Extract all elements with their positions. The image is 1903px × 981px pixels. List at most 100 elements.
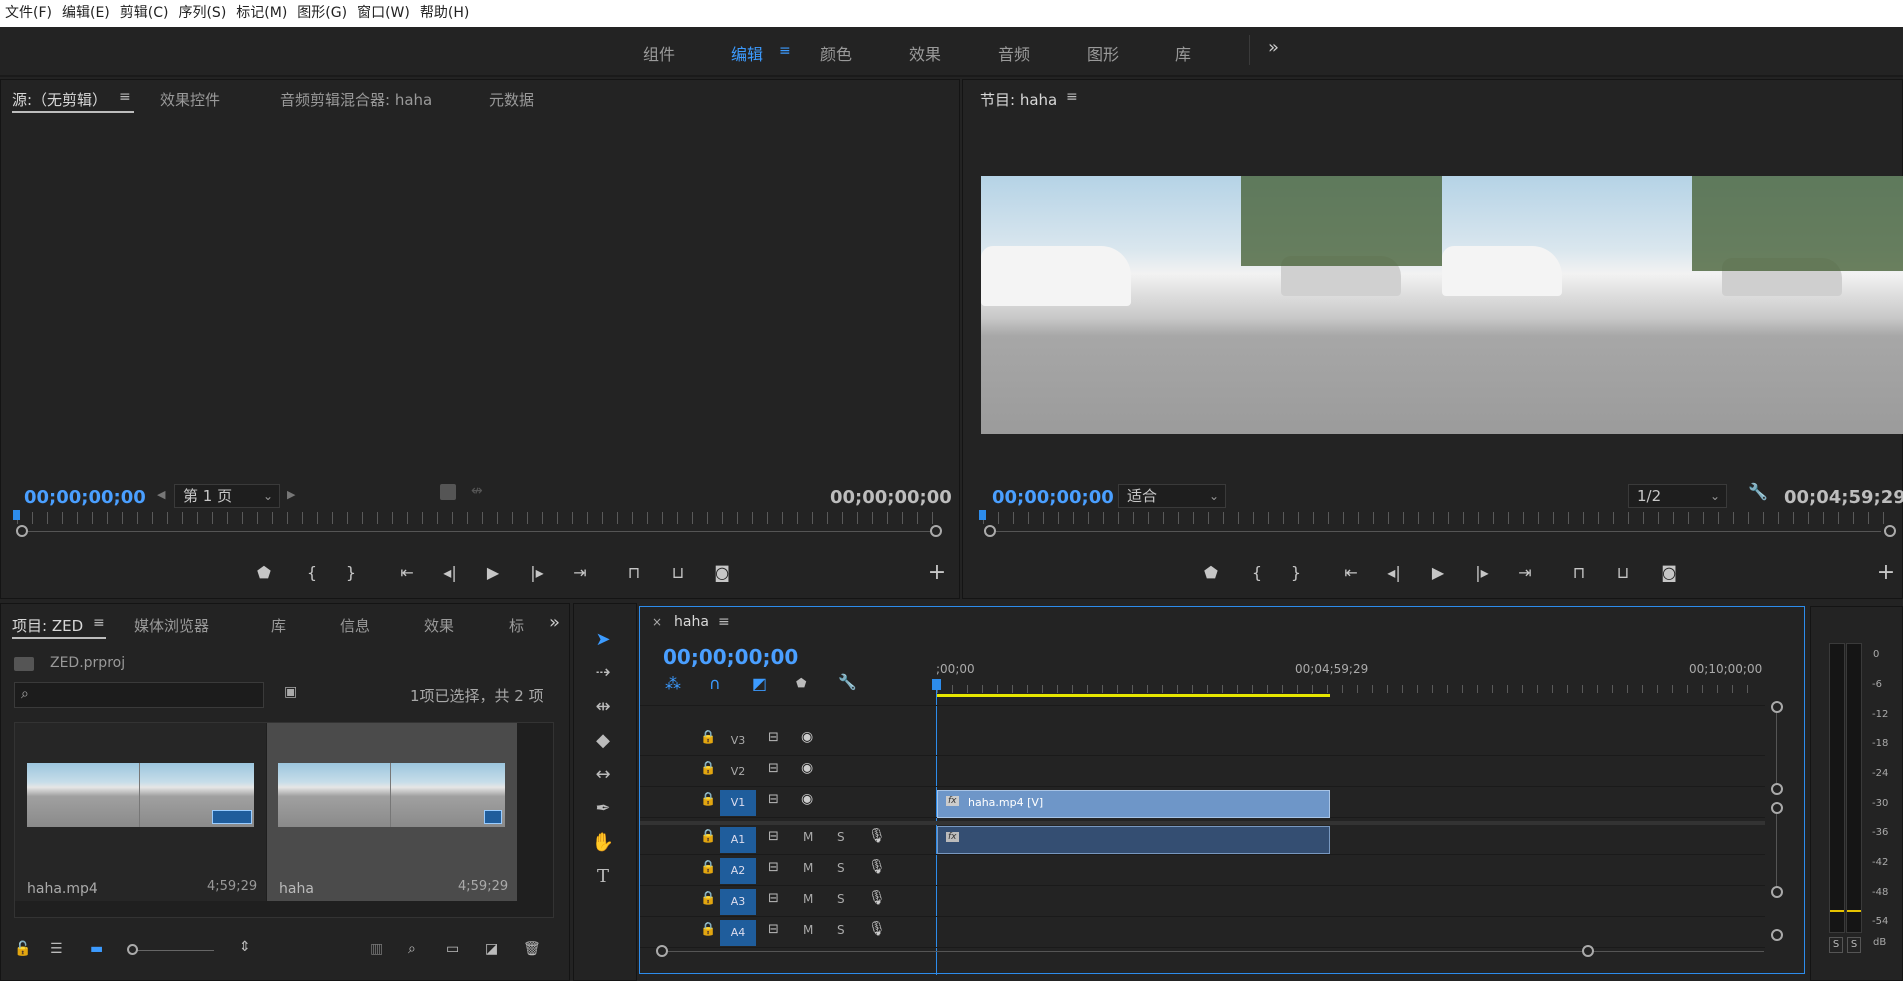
mute-button[interactable]: M <box>803 923 813 937</box>
source-zoom-handle-left[interactable] <box>16 525 28 537</box>
add-button-icon[interactable]: + <box>1875 560 1897 585</box>
timeline-h-scrollbar[interactable] <box>664 951 1764 952</box>
solo-button[interactable]: S <box>837 923 845 937</box>
tab-info[interactable]: 信息 <box>340 615 370 636</box>
tab-source[interactable]: 源:（无剪辑） <box>12 89 107 110</box>
lock-icon[interactable]: 🔓 <box>14 941 31 957</box>
wrench-icon[interactable]: 🔧 <box>1748 482 1768 501</box>
video-scroll-bottom-handle[interactable] <box>1771 783 1783 795</box>
eye-icon[interactable]: ◉ <box>801 729 813 745</box>
audio-clip[interactable]: fx <box>937 826 1330 854</box>
linked-selection-icon[interactable]: ◩ <box>752 674 767 693</box>
workspace-overflow-icon[interactable]: » <box>1268 37 1279 58</box>
export-frame-icon[interactable]: ◙ <box>1658 563 1680 582</box>
page-select[interactable]: 第 1 页 ⌄ <box>174 484 280 508</box>
timeline-timecode[interactable]: 00;00;00;00 <box>663 645 798 669</box>
prev-page-icon[interactable]: ◀ <box>157 488 165 501</box>
add-marker-icon[interactable]: ⬟ <box>1200 563 1222 582</box>
video-clip[interactable]: fx haha.mp4 [V] <box>937 790 1330 818</box>
menu-graphics[interactable]: 图形(G) <box>292 0 352 27</box>
timeline-zoom-handle-left[interactable] <box>656 945 668 957</box>
workspace-tab-effects[interactable]: 效果 <box>909 41 941 65</box>
audio-scroll-top-handle[interactable] <box>1771 802 1783 814</box>
program-zoom-bar[interactable] <box>991 531 1881 532</box>
mark-in-icon[interactable]: { <box>301 563 323 582</box>
menu-edit[interactable]: 编辑(E) <box>57 0 115 27</box>
sync-lock-icon[interactable]: ⊟ <box>768 730 779 745</box>
pen-tool-icon[interactable]: ✒ <box>588 798 618 819</box>
workspace-tab-audio[interactable]: 音频 <box>998 41 1030 65</box>
automate-to-sequence-icon[interactable]: ▥ <box>370 941 383 957</box>
tab-truncated[interactable]: 标 <box>509 615 524 636</box>
close-icon[interactable]: × <box>652 615 662 629</box>
export-frame-icon[interactable]: ◙ <box>711 563 733 582</box>
tab-libraries[interactable]: 库 <box>271 615 286 636</box>
program-playhead[interactable] <box>979 510 986 520</box>
mute-button[interactable]: M <box>803 861 813 875</box>
overwrite-icon[interactable]: ⊔ <box>667 563 689 582</box>
mute-button[interactable]: M <box>803 892 813 906</box>
solo-button[interactable]: S <box>837 892 845 906</box>
tab-program[interactable]: 节目: haha <box>980 89 1057 110</box>
zoom-slider-track[interactable] <box>134 950 214 951</box>
step-back-icon[interactable]: ◂| <box>1383 563 1405 582</box>
go-to-out-icon[interactable]: ⇥ <box>1514 563 1536 582</box>
tab-project[interactable]: 项目: ZED <box>12 615 83 636</box>
sync-lock-icon[interactable]: ⊟ <box>768 792 779 807</box>
lock-icon[interactable]: 🔒 <box>700 730 716 745</box>
tab-effects[interactable]: 效果 <box>424 615 454 636</box>
project-menu-icon[interactable]: ≡ <box>93 615 105 631</box>
menu-help[interactable]: 帮助(H) <box>415 0 474 27</box>
mute-button[interactable]: M <box>803 830 813 844</box>
hand-tool-icon[interactable]: ✋ <box>588 832 618 853</box>
new-bin-icon[interactable]: ▭ <box>446 941 459 957</box>
program-zoom-handle-right[interactable] <box>1884 525 1896 537</box>
add-marker-icon[interactable]: ⬟ <box>796 676 806 690</box>
lock-icon[interactable]: 🔒 <box>700 860 716 875</box>
panel-overflow-icon[interactable]: » <box>549 612 560 633</box>
solo-right-button[interactable]: S <box>1847 937 1861 953</box>
lock-icon[interactable]: 🔒 <box>700 792 716 807</box>
track-label-v1[interactable]: V1 <box>720 790 756 816</box>
play-icon[interactable]: ▶ <box>1427 563 1449 582</box>
eye-icon[interactable]: ◉ <box>801 760 813 776</box>
tab-effect-controls[interactable]: 效果控件 <box>160 89 220 110</box>
audio-scroll-bottom-handle[interactable] <box>1771 886 1783 898</box>
track-label-a1[interactable]: A1 <box>720 827 756 853</box>
sync-lock-icon[interactable]: ⊟ <box>768 860 779 875</box>
workspace-tab-libraries[interactable]: 库 <box>1175 41 1191 65</box>
workspace-tab-graphics[interactable]: 图形 <box>1087 41 1119 65</box>
resolution-select[interactable]: 1/2 ⌄ <box>1628 484 1727 508</box>
video-scroll-top-handle[interactable] <box>1771 701 1783 713</box>
solo-button[interactable]: S <box>837 830 845 844</box>
workspace-tab-editing[interactable]: 编辑 <box>731 41 763 65</box>
project-item-clip[interactable]: haha.mp4 4;59;29 <box>15 723 266 901</box>
microphone-icon[interactable]: 🎙 <box>868 828 886 844</box>
step-forward-icon[interactable]: |▸ <box>1471 563 1493 582</box>
source-time-ruler[interactable] <box>17 512 941 524</box>
slip-tool-icon[interactable]: ↔ <box>588 764 618 785</box>
sort-icon[interactable]: ⇕ <box>239 939 251 955</box>
next-page-icon[interactable]: ▶ <box>287 488 295 501</box>
eye-icon[interactable]: ◉ <box>801 791 813 807</box>
work-area-bar[interactable] <box>937 694 1330 697</box>
mark-in-icon[interactable]: { <box>1246 563 1268 582</box>
fit-select[interactable]: 适合 ⌄ <box>1118 484 1226 508</box>
play-icon[interactable]: ▶ <box>482 563 504 582</box>
step-back-icon[interactable]: ◂| <box>439 563 461 582</box>
go-to-in-icon[interactable]: ⇤ <box>396 563 418 582</box>
find-in-bin-icon[interactable]: ▣ <box>284 684 297 700</box>
lock-icon[interactable]: 🔒 <box>700 829 716 844</box>
source-zoom-handle-right[interactable] <box>930 525 942 537</box>
mark-out-icon[interactable]: } <box>340 563 362 582</box>
sync-lock-icon[interactable]: ⊟ <box>768 761 779 776</box>
track-label-v2[interactable]: V2 <box>720 759 756 785</box>
sync-lock-icon[interactable]: ⊟ <box>768 891 779 906</box>
add-marker-icon[interactable]: ⬟ <box>253 563 275 582</box>
menu-window[interactable]: 窗口(W) <box>352 0 415 27</box>
program-timecode-in[interactable]: 00;00;00;00 <box>992 487 1114 508</box>
audio-scrollbar[interactable] <box>1776 814 1777 886</box>
zoom-slider-handle[interactable] <box>127 944 138 955</box>
program-zoom-handle-left[interactable] <box>984 525 996 537</box>
drag-video-icon[interactable]: ↮ <box>471 483 483 499</box>
